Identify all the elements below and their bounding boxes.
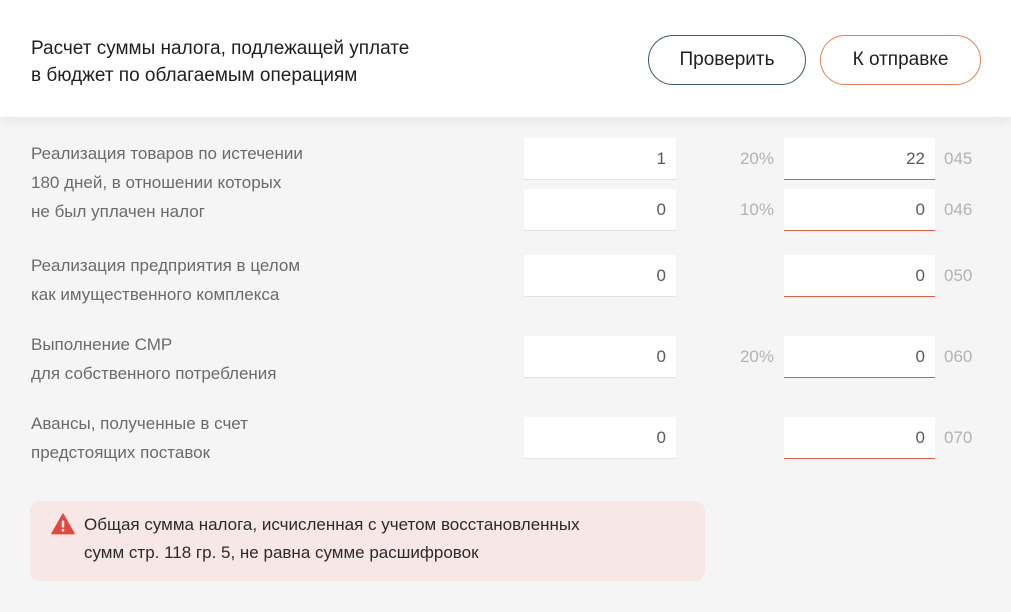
rate-label-060: 20% xyxy=(739,347,774,366)
line-code-060: 060 xyxy=(944,347,973,366)
rate-label-046: 10% xyxy=(739,200,774,219)
line-code-045: 045 xyxy=(944,149,973,168)
line-code-046: 046 xyxy=(944,200,973,219)
quantity-input-070[interactable]: 0 xyxy=(524,417,676,459)
alert-line: Общая сумма налога, исчисленная с учетом… xyxy=(84,515,580,534)
section-label-construction-own-use: Выполнение СМР для собственного потребле… xyxy=(31,330,451,388)
label-line: Реализация предприятия в целом xyxy=(31,256,301,275)
error-alert: Общая сумма налога, исчисленная с учетом… xyxy=(30,501,705,581)
check-button[interactable]: Проверить xyxy=(648,35,806,85)
section-label-goods-after-180-days: Реализация товаров по истечении 180 дней… xyxy=(31,139,451,226)
label-line: Реализация товаров по истечении xyxy=(31,144,303,163)
quantity-input-060[interactable]: 0 xyxy=(524,336,676,378)
tax-input-050[interactable]: 0 xyxy=(784,255,935,297)
title-line-2: в бюджет по облагаемым операциям xyxy=(31,65,358,86)
section-label-advances: Авансы, полученные в счет предстоящих по… xyxy=(31,409,451,467)
label-line: как имущественного комплекса xyxy=(31,285,280,304)
send-button[interactable]: К отправке xyxy=(820,35,981,85)
label-line: Авансы, полученные в счет xyxy=(31,414,248,433)
alert-line: сумм стр. 118 гр. 5, не равна сумме расш… xyxy=(84,543,479,562)
alert-message: Общая сумма налога, исчисленная с учетом… xyxy=(84,511,694,567)
tax-input-045[interactable]: 22 xyxy=(784,138,935,180)
label-line: для собственного потребления xyxy=(31,364,277,383)
form-content: Реализация товаров по истечении 180 дней… xyxy=(0,117,1011,612)
tax-input-060[interactable]: 0 xyxy=(784,336,935,378)
page-title: Расчет суммы налога, подлежащей уплате в… xyxy=(31,35,551,89)
quantity-input-046[interactable]: 0 xyxy=(524,189,676,231)
warning-icon xyxy=(51,513,75,535)
line-code-070: 070 xyxy=(944,428,973,447)
label-line: 180 дней, в отношении которых xyxy=(31,173,282,192)
label-line: не был уплачен налог xyxy=(31,202,205,221)
tax-input-046[interactable]: 0 xyxy=(784,189,935,231)
label-line: Выполнение СМР xyxy=(31,335,173,354)
quantity-input-045[interactable]: 1 xyxy=(524,138,676,180)
line-code-050: 050 xyxy=(944,266,973,285)
label-line: предстоящих поставок xyxy=(31,443,211,462)
title-line-1: Расчет суммы налога, подлежащей уплате xyxy=(31,38,410,59)
quantity-input-050[interactable]: 0 xyxy=(524,255,676,297)
section-label-enterprise-as-complex: Реализация предприятия в целом как имуще… xyxy=(31,251,451,309)
rate-label-045: 20% xyxy=(739,149,774,168)
tax-input-070[interactable]: 0 xyxy=(784,417,935,459)
header: Расчет суммы налога, подлежащей уплате в… xyxy=(0,0,1011,117)
